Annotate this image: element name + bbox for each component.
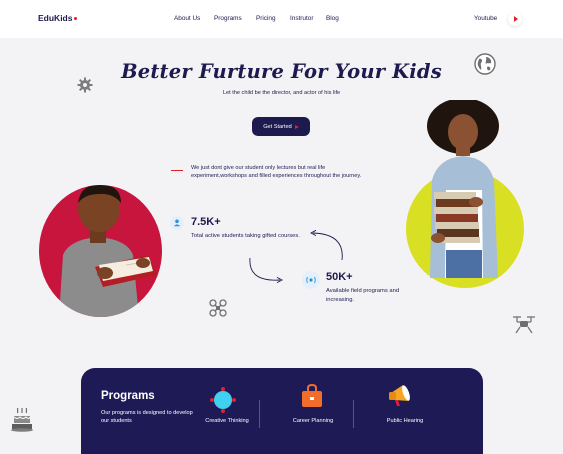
nav-about-us[interactable]: About Us (174, 15, 200, 22)
curved-arrow-icon (310, 229, 343, 261)
programs-description: Our programs is designed to develop our … (101, 410, 193, 425)
get-started-label: Get Started (263, 123, 292, 130)
birthday-cake-icon (11, 408, 33, 432)
youtube-play-icon[interactable] (508, 12, 522, 26)
program-creative-thinking[interactable]: Creative Thinking (192, 418, 262, 424)
drone-icon (209, 299, 227, 317)
youtube-link[interactable]: Youtube (474, 15, 497, 22)
student-icon (170, 216, 184, 230)
info-paragraph: We just dont give our student only lectu… (191, 165, 362, 180)
stat-students-label: Total active students taking gifted cour… (191, 233, 300, 239)
program-divider (259, 400, 260, 428)
stat-programs-label: Available field programs and increasing. (326, 288, 400, 303)
get-started-button[interactable]: Get Started (252, 117, 310, 136)
program-career-planning[interactable]: Career Planning (277, 418, 349, 424)
nav-programs[interactable]: Programs (214, 15, 242, 22)
briefcase-icon[interactable] (301, 384, 323, 408)
person-icon (173, 219, 181, 227)
stat-programs-value: 50K+ (326, 271, 353, 283)
red-accent-line (171, 170, 183, 171)
gear-icon (77, 77, 93, 93)
nav-blog[interactable]: Blog (326, 15, 339, 22)
creative-thinking-icon[interactable] (209, 386, 237, 414)
boy-reading-illustration (59, 185, 157, 317)
logo-dot (73, 16, 78, 20)
program-public-hearing[interactable]: Public Hearing (369, 418, 441, 424)
boy-reading-photo (39, 185, 162, 317)
globe-icon (474, 53, 496, 75)
megaphone-icon[interactable] (387, 380, 415, 408)
girl-with-books-photo (427, 100, 499, 278)
stat-students-value: 7.5K+ (191, 216, 221, 228)
brand-name: EduKids (38, 13, 73, 23)
quadcopter-icon (513, 316, 535, 334)
nav-pricing[interactable]: Pricing (256, 15, 276, 22)
curved-arrow-icon (249, 257, 283, 283)
broadcast-icon (306, 276, 316, 284)
brand-logo[interactable]: EduKids (38, 13, 78, 23)
programs-title: Programs (101, 390, 155, 402)
play-arrow-icon (294, 124, 299, 129)
program-divider (353, 400, 354, 428)
nav-instructor[interactable]: Instrutor (290, 15, 313, 22)
programs-icon (302, 271, 320, 289)
